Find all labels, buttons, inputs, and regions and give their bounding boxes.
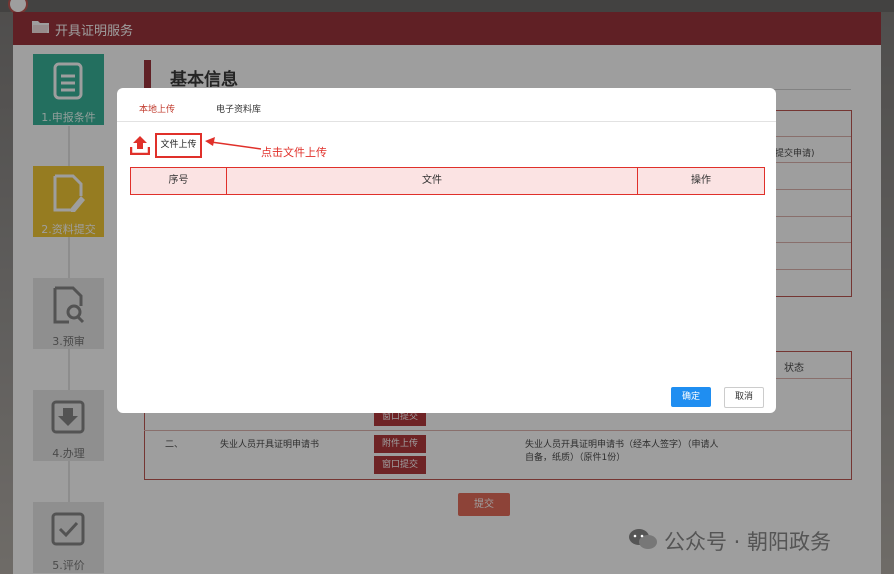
watermark-text: 公众号 · 朝阳政务: [664, 530, 832, 554]
col-index: 序号: [168, 175, 189, 186]
wechat-icon: [629, 529, 657, 549]
confirm-button[interactable]: 确定: [671, 387, 711, 407]
file-upload-button[interactable]: 文件上传: [155, 133, 202, 158]
upload-icon[interactable]: [130, 135, 150, 155]
tab-local-upload[interactable]: 本地上传: [139, 102, 175, 115]
col-action: 操作: [691, 175, 711, 186]
upload-dialog: 本地上传 电子资料库 文件上传 点击文件上传 序号 文件 操作 确定 取消: [117, 88, 776, 413]
col-file: 文件: [422, 175, 442, 186]
annotation-text: 点击文件上传: [261, 146, 327, 159]
file-table-header: 序号 文件 操作: [130, 167, 765, 195]
cancel-button[interactable]: 取消: [724, 387, 764, 408]
tab-divider: [117, 121, 776, 122]
annotation-arrow-icon: [205, 137, 262, 150]
tab-electronic-library[interactable]: 电子资料库: [216, 102, 261, 115]
